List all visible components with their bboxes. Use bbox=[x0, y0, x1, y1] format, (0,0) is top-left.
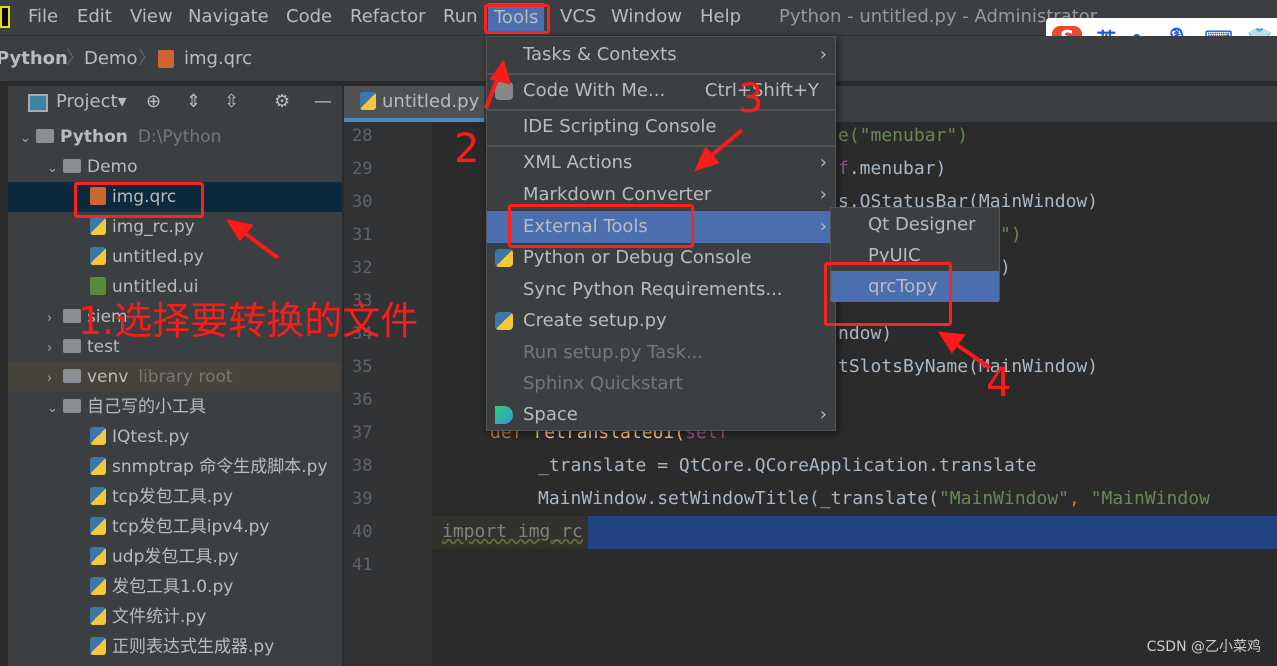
annotation-arrows bbox=[225, 59, 992, 370]
watermark: CSDN @乙小菜鸡 bbox=[1146, 639, 1261, 655]
